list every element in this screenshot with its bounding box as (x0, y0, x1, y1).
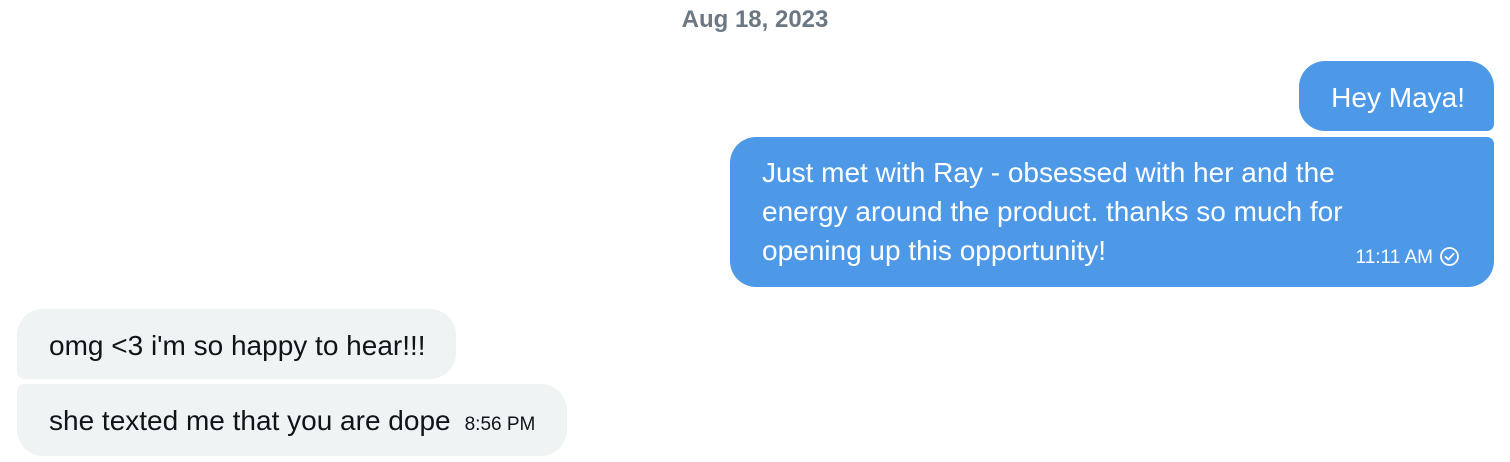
date-divider: Aug 18, 2023 (681, 6, 829, 33)
outgoing-message-bubble[interactable]: Hey Maya! (1299, 61, 1494, 131)
check-circle-icon (1439, 246, 1460, 267)
incoming-message-bubble[interactable]: omg <3 i'm so happy to hear!!! (17, 309, 456, 379)
incoming-message-bubble[interactable]: she texted me that you are dope 8:56 PM (17, 384, 568, 456)
message-text: Hey Maya! (1331, 82, 1465, 113)
message-text: Just met with Ray - obsessed with her an… (762, 157, 1343, 266)
message-timestamp: 11:11 AM (1355, 247, 1433, 268)
message-meta: 11:11 AM (1356, 246, 1460, 269)
message-timestamp: 8:56 PM (464, 414, 536, 435)
message-text: omg <3 i'm so happy to hear!!! (49, 330, 426, 361)
message-text: she texted me that you are dope (49, 405, 451, 436)
outgoing-message-bubble[interactable]: Just met with Ray - obsessed with her an… (730, 137, 1494, 287)
